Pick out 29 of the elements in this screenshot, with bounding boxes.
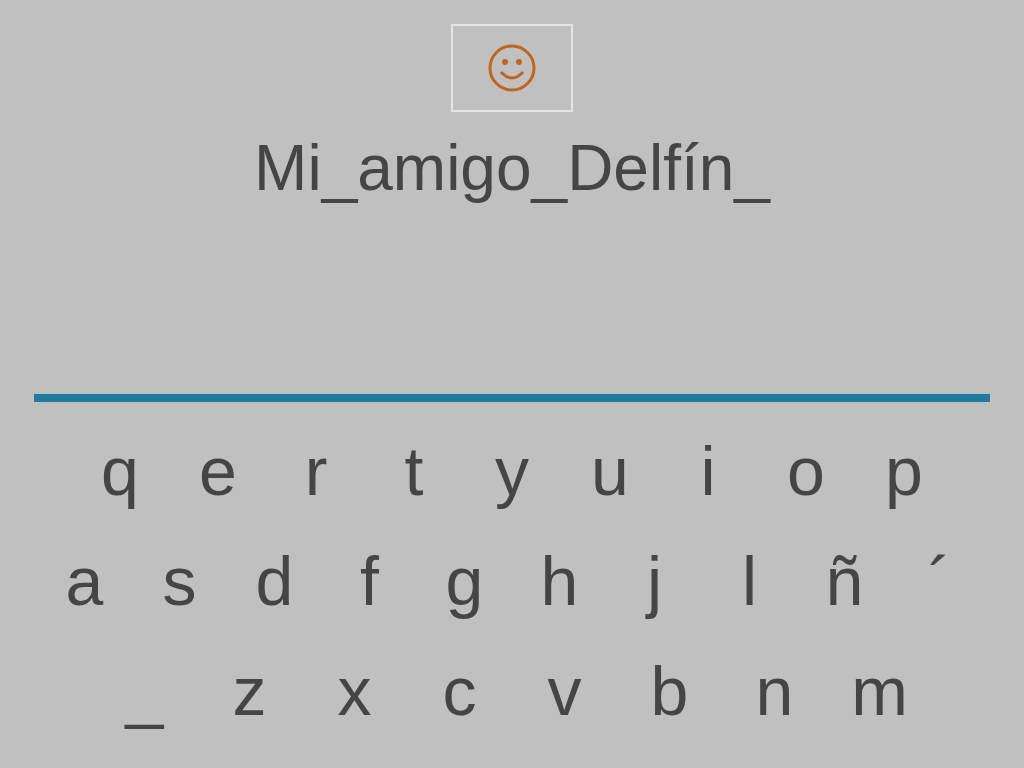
letter-key[interactable]: p — [855, 423, 953, 519]
letter-key[interactable]: x — [302, 643, 407, 739]
letter-key[interactable]: c — [407, 643, 512, 739]
letter-key[interactable]: j — [607, 533, 702, 629]
letter-key[interactable]: i — [659, 423, 757, 519]
letter-key[interactable]: r — [267, 423, 365, 519]
letter-key[interactable]: ñ — [797, 533, 892, 629]
letter-key[interactable]: d — [227, 533, 322, 629]
letter-key[interactable]: ´ — [892, 533, 987, 629]
letter-key[interactable]: s — [132, 533, 227, 629]
letter-key[interactable]: g — [417, 533, 512, 629]
letter-key[interactable]: q — [71, 423, 169, 519]
smiley-icon — [487, 43, 537, 93]
letter-key[interactable]: v — [512, 643, 617, 739]
letter-key[interactable]: z — [197, 643, 302, 739]
answer-text: Mi_amigo_Delfín_ — [254, 132, 770, 204]
letter-key[interactable]: f — [322, 533, 417, 629]
letter-key[interactable]: h — [512, 533, 607, 629]
letter-key[interactable]: b — [617, 643, 722, 739]
letter-key[interactable]: _ — [92, 643, 197, 739]
letter-key[interactable]: m — [827, 643, 932, 739]
letter-key[interactable]: e — [169, 423, 267, 519]
letter-key[interactable]: u — [561, 423, 659, 519]
letter-key[interactable]: t — [365, 423, 463, 519]
letter-key[interactable]: o — [757, 423, 855, 519]
letter-key[interactable]: a — [37, 533, 132, 629]
letter-key[interactable]: n — [722, 643, 827, 739]
letter-key[interactable]: l — [702, 533, 797, 629]
letter-key[interactable]: y — [463, 423, 561, 519]
